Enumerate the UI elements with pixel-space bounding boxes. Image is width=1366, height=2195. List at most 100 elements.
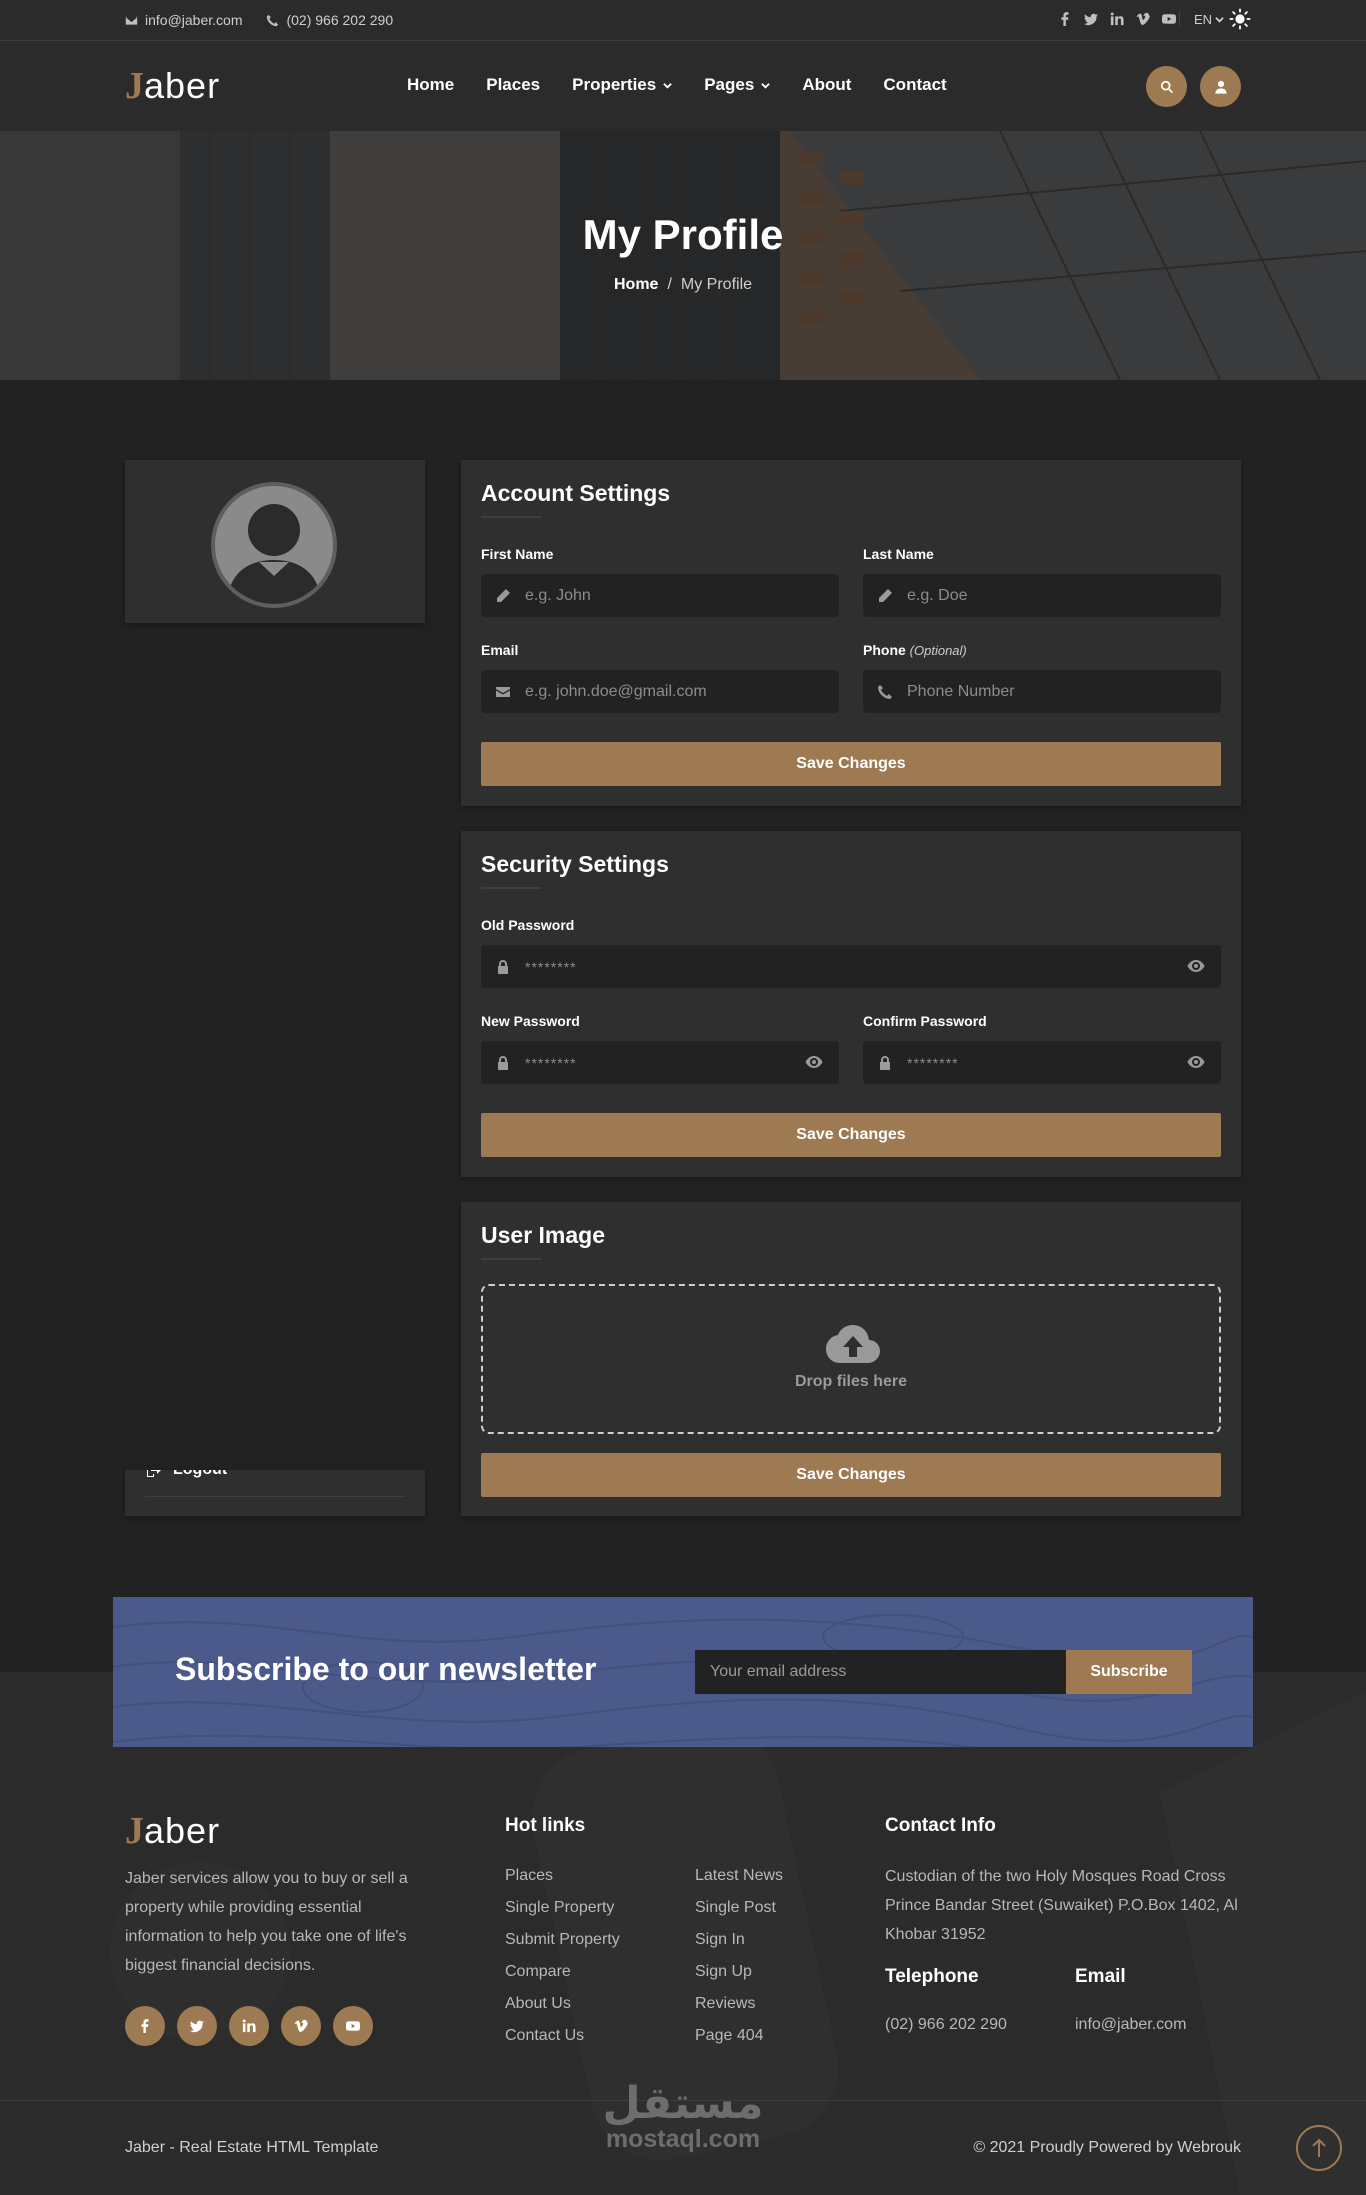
pencil-icon [879, 588, 892, 602]
dropzone-text: Drop files here [794, 1373, 908, 1390]
last-name-field[interactable]: e.g. Doe [863, 574, 1221, 617]
topbar-email[interactable]: info@jaber.com [125, 12, 242, 28]
logout-link[interactable]: Logout [145, 1470, 227, 1479]
footer-linkedin-button[interactable] [229, 2006, 269, 2046]
twitter-icon[interactable] [1084, 12, 1098, 26]
profile-avatar-card [125, 460, 425, 623]
security-settings-panel: Security Settings Old Password ******** … [461, 831, 1241, 1177]
nav-properties[interactable]: Properties [572, 75, 672, 95]
footer-link-contact-us[interactable]: Contact Us [505, 2020, 620, 2052]
nav-pages[interactable]: Pages [704, 75, 771, 95]
footer-email[interactable]: info@jaber.com [1075, 2016, 1186, 2034]
topbar-social [1058, 12, 1176, 26]
nav-home-label: Home [407, 75, 455, 94]
footer-logo[interactable]: J aber [125, 1812, 220, 1850]
logo-initial: J [125, 65, 144, 107]
user-account-button[interactable] [1200, 66, 1241, 107]
back-to-top-button[interactable] [1296, 2125, 1342, 2171]
confirm-password-label: Confirm Password [863, 1013, 987, 1029]
footer-link-single-post[interactable]: Single Post [695, 1892, 783, 1924]
footer-link-reviews[interactable]: Reviews [695, 1988, 783, 2020]
user-icon [1214, 80, 1227, 94]
old-password-placeholder: ******** [525, 958, 577, 975]
phone-icon [267, 14, 279, 26]
site-logo[interactable]: J aber [125, 67, 220, 105]
old-password-label: Old Password [481, 917, 575, 933]
user-image-title: User Image [481, 1222, 606, 1248]
eye-icon[interactable] [1187, 959, 1205, 973]
first-name-placeholder: e.g. John [525, 586, 591, 604]
pencil-icon [497, 588, 510, 603]
subscribe-button[interactable]: Subscribe [1066, 1650, 1192, 1694]
chevron-down-icon [663, 82, 672, 89]
topbar-phone[interactable]: (02) 966 202 290 [266, 12, 393, 28]
footer-logo-initial: J [125, 1810, 144, 1852]
youtube-icon[interactable] [1162, 12, 1176, 26]
sidebar-menu-bottom: Logout [125, 1470, 425, 1516]
new-password-field[interactable]: ******** [481, 1041, 839, 1084]
lock-icon [880, 1055, 890, 1070]
footer-link-page-404[interactable]: Page 404 [695, 2020, 783, 2052]
first-name-field[interactable]: e.g. John [481, 574, 839, 617]
linkedin-icon[interactable] [1110, 12, 1124, 26]
footer-link-sign-in[interactable]: Sign In [695, 1924, 783, 1956]
title-underline [481, 516, 541, 518]
page-hero: My Profile Home / My Profile [0, 131, 1366, 380]
vimeo-icon [294, 2019, 308, 2032]
top-bar: info@jaber.com (02) 966 202 290 EN [0, 0, 1366, 41]
chevron-down-icon [761, 82, 771, 89]
account-save-button[interactable]: Save Changes [481, 742, 1221, 786]
image-save-button[interactable]: Save Changes [481, 1453, 1221, 1497]
footer-address: Custodian of the two Holy Mosques Road C… [885, 1868, 1238, 1943]
footer-link-compare[interactable]: Compare [505, 1956, 620, 1988]
lock-icon [498, 959, 508, 974]
language-selector[interactable]: EN [1178, 12, 1224, 27]
nav-places[interactable]: Places [486, 75, 540, 95]
search-button[interactable] [1146, 66, 1187, 107]
footer-twitter-button[interactable] [177, 2006, 217, 2046]
topbar-email-text: info@jaber.com [145, 12, 243, 28]
footer-vimeo-button[interactable] [281, 2006, 321, 2046]
user-avatar-icon [229, 504, 319, 604]
file-dropzone[interactable]: Drop files here [481, 1284, 1221, 1434]
twitter-icon [190, 2020, 204, 2033]
breadcrumb-home[interactable]: Home [614, 276, 658, 293]
phone-placeholder: Phone Number [907, 682, 1015, 700]
footer-link-latest-news[interactable]: Latest News [695, 1860, 783, 1892]
newsletter-title: Subscribe to our newsletter [175, 1651, 597, 1687]
footer-link-submit-property[interactable]: Submit Property [505, 1924, 620, 1956]
nav-home[interactable]: Home [407, 75, 454, 95]
sun-icon[interactable] [1229, 8, 1251, 30]
logout-icon [147, 1470, 161, 1477]
security-save-button[interactable]: Save Changes [481, 1113, 1221, 1157]
footer-link-places[interactable]: Places [505, 1860, 620, 1892]
eye-icon[interactable] [1187, 1055, 1205, 1069]
footer-link-about-us[interactable]: About Us [505, 1988, 620, 2020]
newsletter-email-input[interactable]: Your email address [695, 1650, 1069, 1694]
email-label: Email [481, 642, 519, 658]
old-password-field[interactable]: ******** [481, 945, 1221, 988]
facebook-icon[interactable] [1058, 12, 1072, 26]
nav-contact[interactable]: Contact [883, 75, 946, 95]
footer-link-sign-up[interactable]: Sign Up [695, 1956, 783, 1988]
footer-telephone[interactable]: (02) 966 202 290 [885, 2016, 1007, 2034]
footer-link-single-property[interactable]: Single Property [505, 1892, 620, 1924]
footer-youtube-button[interactable] [333, 2006, 373, 2046]
menu-divider [145, 1496, 405, 1497]
footer-facebook-button[interactable] [125, 2006, 165, 2046]
main-header: J aber Home Places Properties Pages Abou… [0, 41, 1366, 131]
phone-field[interactable]: Phone Number [863, 670, 1221, 713]
lock-icon [498, 1055, 508, 1070]
cloud-upload-icon [826, 1325, 880, 1363]
user-image-panel: User Image Drop files here Save Changes [461, 1202, 1241, 1516]
email-field[interactable]: e.g. john.doe@gmail.com [481, 670, 839, 713]
hot-links-column-2: Latest News Single Post Sign In Sign Up … [695, 1860, 783, 2052]
nav-about[interactable]: About [802, 75, 851, 95]
eye-icon[interactable] [805, 1055, 823, 1069]
vimeo-icon[interactable] [1136, 12, 1150, 26]
logout-label: Logout [173, 1470, 227, 1479]
footer-copyright-right: © 2021 Proudly Powered by Webrouk [973, 2139, 1241, 2156]
nav-about-label: About [802, 75, 852, 94]
avatar[interactable] [211, 482, 337, 608]
confirm-password-field[interactable]: ******** [863, 1041, 1221, 1084]
